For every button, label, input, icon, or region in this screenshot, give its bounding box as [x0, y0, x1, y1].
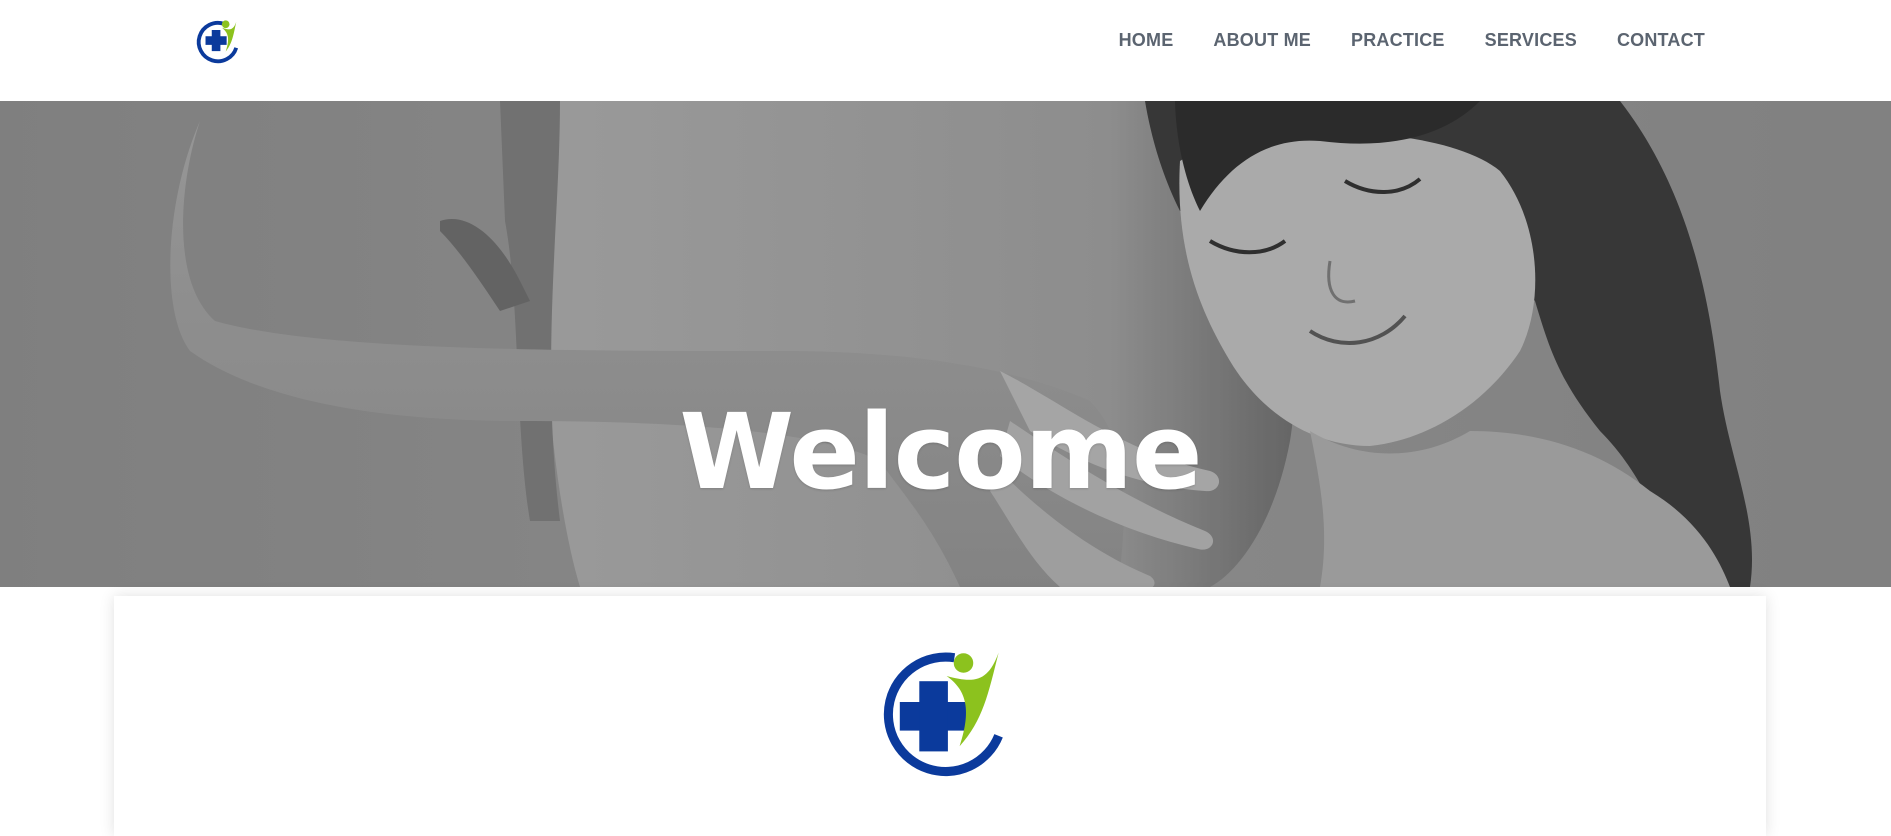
nav-home[interactable]: HOME	[1119, 30, 1174, 51]
medical-cross-person-icon	[196, 20, 239, 64]
card-logo	[874, 650, 1014, 780]
hero-banner: Welcome	[0, 101, 1891, 587]
nav-about-me[interactable]: ABOUT ME	[1213, 30, 1311, 51]
nav-practice[interactable]: PRACTICE	[1351, 30, 1445, 51]
site-logo[interactable]	[194, 18, 242, 66]
hero-title: Welcome	[679, 390, 1202, 513]
medical-cross-person-icon	[883, 652, 1003, 777]
main-nav: HOME ABOUT ME PRACTICE SERVICES CONTACT	[1119, 30, 1705, 51]
hero-photo	[0, 101, 1891, 587]
nav-services[interactable]: SERVICES	[1485, 30, 1577, 51]
nav-contact[interactable]: CONTACT	[1617, 30, 1705, 51]
site-header: HOME ABOUT ME PRACTICE SERVICES CONTACT	[0, 0, 1891, 101]
intro-card	[114, 596, 1766, 836]
